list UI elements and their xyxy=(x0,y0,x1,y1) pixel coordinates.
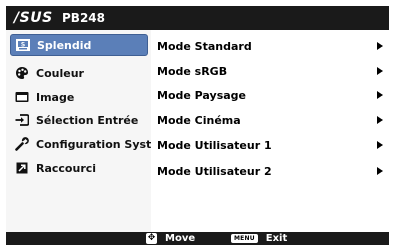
mode-label: Mode Paysage xyxy=(157,88,246,102)
mode-label: Mode Cinéma xyxy=(157,113,241,127)
wrench-icon xyxy=(14,137,30,151)
osd-menu: /SUS PB248 S Splendid Couleur Image Séle… xyxy=(0,0,396,245)
input-select-icon xyxy=(14,113,30,127)
arrow-right-icon xyxy=(377,141,383,149)
splendid-icon: S xyxy=(15,38,31,52)
move-label: Move xyxy=(165,233,196,244)
arrow-right-icon xyxy=(377,67,383,75)
arrow-right-icon xyxy=(377,42,383,50)
sidebar-item-label: Image xyxy=(36,90,75,104)
image-icon xyxy=(14,90,30,104)
shortcut-icon xyxy=(14,161,30,175)
palette-icon xyxy=(14,66,30,80)
exit-hint: MENU Exit xyxy=(231,232,287,245)
sidebar-item-label: Raccourci xyxy=(36,161,97,175)
sidebar-item-label: Splendid xyxy=(37,38,92,52)
mode-label: Mode sRGB xyxy=(157,64,228,78)
mode-paysage-option[interactable]: Mode Paysage xyxy=(157,85,383,105)
arrow-right-icon xyxy=(377,116,383,124)
sidebar-item-label: Sélection Entrée xyxy=(36,113,139,127)
mode-srgb-option[interactable]: Mode sRGB xyxy=(157,61,383,81)
arrow-right-icon xyxy=(377,91,383,99)
mode-utilisateur-1-option[interactable]: Mode Utilisateur 1 xyxy=(157,135,383,155)
mode-cinema-option[interactable]: Mode Cinéma xyxy=(157,110,383,130)
model-name: PB248 xyxy=(62,11,105,25)
sidebar-item-image[interactable]: Image xyxy=(10,86,148,108)
sidebar: S Splendid Couleur Image Sélection Entré… xyxy=(6,30,178,232)
sidebar-item-raccourci[interactable]: Raccourci xyxy=(10,157,148,179)
arrow-right-icon xyxy=(377,167,383,175)
sidebar-item-splendid[interactable]: S Splendid xyxy=(10,34,148,56)
mode-standard-option[interactable]: Mode Standard xyxy=(157,36,383,56)
move-hint: ✥ Move xyxy=(146,232,195,245)
sidebar-item-label: Couleur xyxy=(36,66,84,80)
mode-list: Mode Standard Mode sRGB Mode Paysage Mod… xyxy=(151,30,389,232)
sidebar-item-selection-entree[interactable]: Sélection Entrée xyxy=(10,109,148,131)
mode-label: Mode Utilisateur 1 xyxy=(157,138,272,152)
title-bar: /SUS PB248 xyxy=(6,6,389,30)
footer-bar: ✥ Move MENU Exit xyxy=(6,232,389,245)
sidebar-item-configuration-systeme[interactable]: Configuration Système xyxy=(10,133,178,155)
mode-label: Mode Standard xyxy=(157,39,252,53)
mode-utilisateur-2-option[interactable]: Mode Utilisateur 2 xyxy=(157,161,383,181)
mode-label: Mode Utilisateur 2 xyxy=(157,164,272,178)
menu-key-icon: MENU xyxy=(231,234,258,243)
brand-logo: /SUS xyxy=(14,10,53,26)
sidebar-item-couleur[interactable]: Couleur xyxy=(10,62,148,84)
move-key-icon: ✥ xyxy=(146,233,157,244)
svg-text:S: S xyxy=(21,42,25,49)
exit-label: Exit xyxy=(265,233,288,244)
